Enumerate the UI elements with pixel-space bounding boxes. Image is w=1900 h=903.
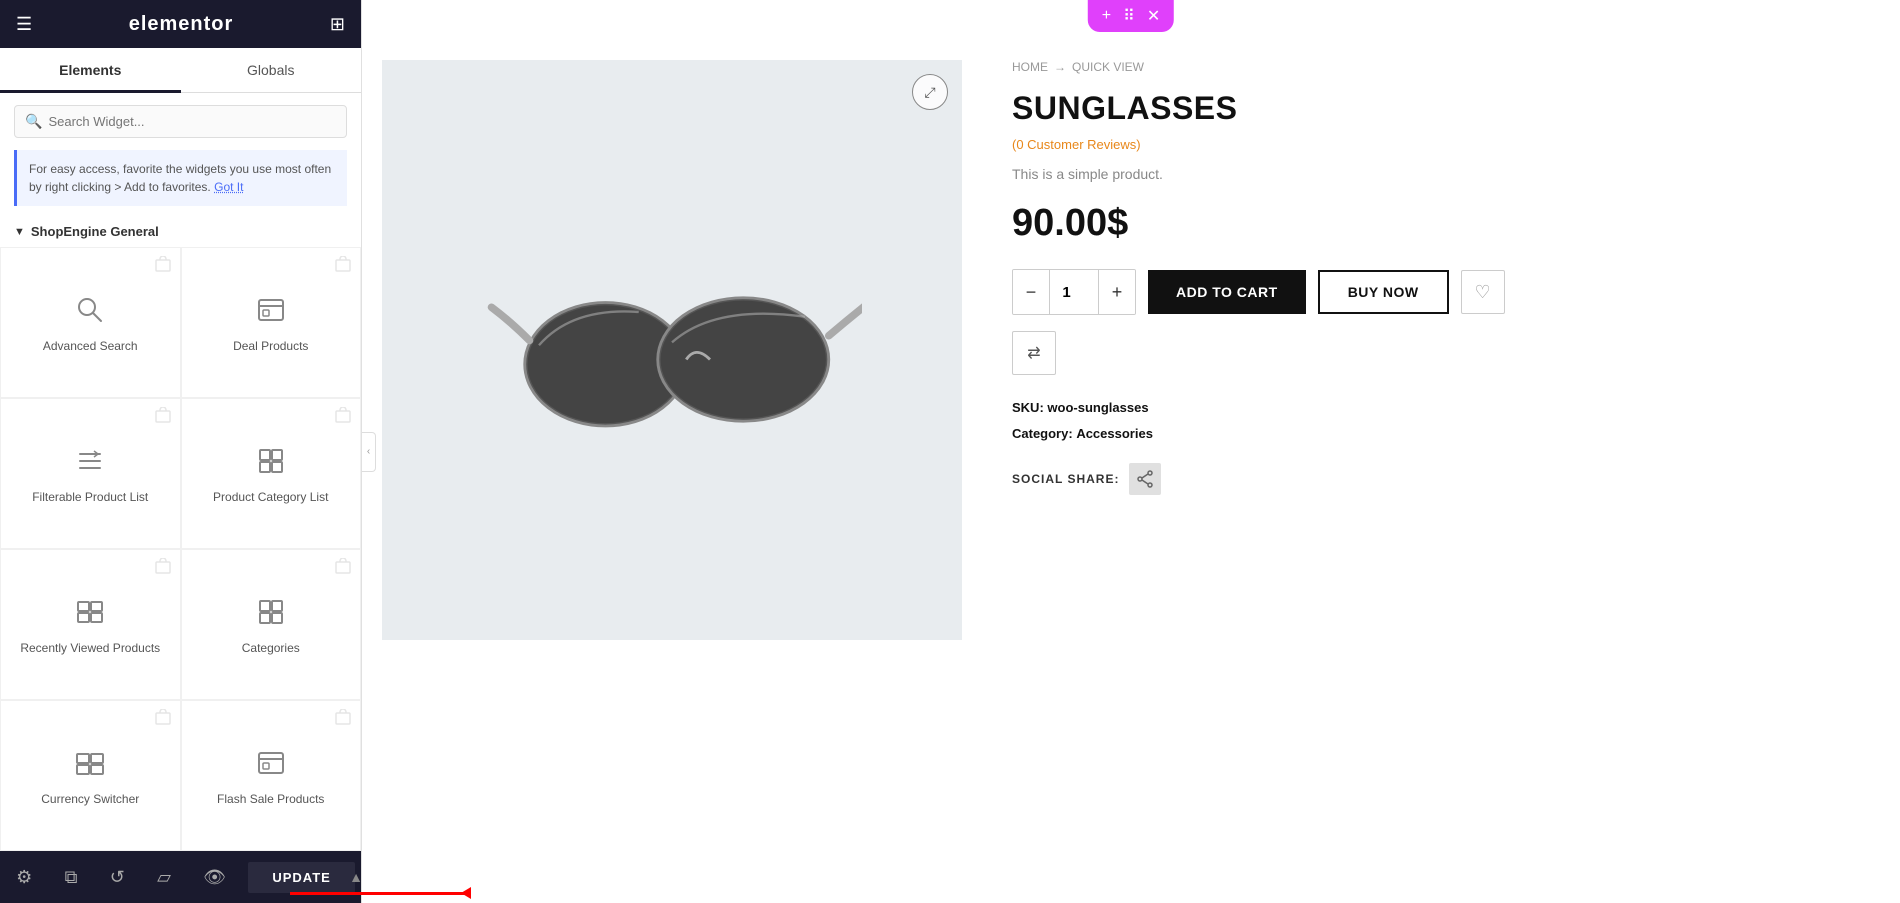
tab-globals[interactable]: Globals: [181, 48, 362, 92]
qty-increase-button[interactable]: +: [1099, 270, 1135, 314]
section-title: ShopEngine General: [31, 224, 159, 239]
category-row: Category: Accessories: [1012, 421, 1860, 447]
widget-advanced-search[interactable]: Advanced Search: [0, 247, 181, 398]
widget-label: Deal Products: [233, 339, 308, 355]
search-wrap: 🔍: [0, 93, 361, 150]
info-box: For easy access, favorite the widgets yo…: [14, 150, 347, 206]
product-description: This is a simple product.: [1012, 166, 1860, 182]
add-to-cart-button[interactable]: ADD TO CART: [1148, 270, 1306, 314]
widgets-grid: Advanced Search Deal Products: [0, 247, 361, 851]
product-image: [482, 210, 862, 490]
responsive-button[interactable]: ▱: [147, 861, 181, 894]
collapse-arrow[interactable]: ▼: [14, 226, 25, 238]
deal-products-icon: [255, 294, 287, 331]
widget-label: Filterable Product List: [32, 490, 148, 506]
compare-button[interactable]: ⇄: [1012, 331, 1056, 375]
drag-button[interactable]: ⠿: [1119, 4, 1139, 28]
search-input[interactable]: [48, 114, 336, 129]
widget-flash-sale-products[interactable]: Flash Sale Products: [181, 700, 362, 851]
widget-categories[interactable]: Categories: [181, 549, 362, 700]
search-icon: 🔍: [25, 113, 42, 130]
add-to-cart-row: − + ADD TO CART BUY NOW ♡: [1012, 269, 1860, 315]
advanced-search-icon: [74, 294, 106, 331]
qty-decrease-button[interactable]: −: [1013, 270, 1049, 314]
social-share-label: SOCIAL SHARE:: [1012, 472, 1119, 486]
tab-bar: Elements Globals: [0, 48, 361, 93]
collapse-handle[interactable]: ‹: [362, 432, 376, 472]
layers-button[interactable]: ⧉: [55, 861, 88, 894]
filterable-product-list-icon: [74, 445, 106, 482]
widget-filterable-product-list[interactable]: Filterable Product List: [0, 398, 181, 549]
settings-button[interactable]: ⚙: [6, 861, 42, 894]
app-title: elementor: [129, 13, 234, 36]
close-element-button[interactable]: ✕: [1143, 4, 1164, 28]
top-bar: ☰ elementor ⊞: [0, 0, 361, 48]
sku-row: SKU: woo-sunglasses: [1012, 395, 1860, 421]
widget-label: Flash Sale Products: [217, 792, 324, 808]
recently-viewed-icon: [74, 596, 106, 633]
search-box: 🔍: [14, 105, 347, 138]
product-meta: SKU: woo-sunglasses Category: Accessorie…: [1012, 395, 1860, 447]
history-button[interactable]: ↺: [100, 861, 135, 894]
widget-deal-products[interactable]: Deal Products: [181, 247, 362, 398]
product-details: HOME → QUICK VIEW SUNGLASSES (0 Customer…: [962, 0, 1900, 903]
red-arrow-annotation: [290, 892, 470, 895]
widget-recently-viewed-products[interactable]: Recently Viewed Products: [0, 549, 181, 700]
product-image-section: ⤢: [382, 60, 962, 640]
widget-label: Recently Viewed Products: [20, 641, 160, 657]
widget-label: Categories: [242, 641, 300, 657]
product-category-list-icon: [255, 445, 287, 482]
widget-product-category-list[interactable]: Product Category List: [181, 398, 362, 549]
categories-icon: [255, 596, 287, 633]
compare-row: ⇄: [1012, 331, 1860, 375]
product-page: ⤢ HOM: [362, 0, 1900, 903]
bottom-arrow-icon[interactable]: ▲: [349, 869, 363, 885]
product-price: 90.00$: [1012, 202, 1860, 245]
info-text: For easy access, favorite the widgets yo…: [29, 162, 331, 194]
breadcrumb: HOME → QUICK VIEW: [1012, 60, 1860, 74]
product-reviews[interactable]: (0 Customer Reviews): [1012, 137, 1860, 152]
flash-sale-icon: [255, 747, 287, 784]
social-share-icon[interactable]: [1129, 463, 1161, 495]
currency-switcher-icon: [74, 747, 106, 784]
expand-button[interactable]: ⤢: [912, 74, 948, 110]
sku-value: woo-sunglasses: [1047, 400, 1148, 415]
add-element-button[interactable]: +: [1098, 5, 1115, 27]
buy-now-button[interactable]: BUY NOW: [1318, 270, 1449, 314]
social-share: SOCIAL SHARE:: [1012, 463, 1860, 495]
product-title: SUNGLASSES: [1012, 90, 1860, 127]
widget-label: Currency Switcher: [41, 792, 139, 808]
quantity-control: − +: [1012, 269, 1136, 315]
category-label: Category:: [1012, 426, 1073, 441]
main-content: + ⠿ ✕ ‹ ⤢: [362, 0, 1900, 903]
preview-button[interactable]: 👁: [193, 861, 236, 894]
wishlist-button[interactable]: ♡: [1461, 270, 1505, 314]
got-it-link[interactable]: Got It: [214, 180, 243, 194]
widget-label: Advanced Search: [43, 339, 138, 355]
widget-currency-switcher[interactable]: Currency Switcher: [0, 700, 181, 851]
left-panel: ☰ elementor ⊞ Elements Globals 🔍 For eas…: [0, 0, 362, 903]
grid-icon[interactable]: ⊞: [330, 14, 345, 35]
update-button[interactable]: UPDATE: [248, 862, 354, 893]
top-controls: + ⠿ ✕: [1088, 0, 1174, 32]
tab-elements[interactable]: Elements: [0, 48, 181, 92]
menu-icon[interactable]: ☰: [16, 14, 32, 35]
category-value: Accessories: [1076, 426, 1153, 441]
qty-input[interactable]: [1049, 270, 1099, 314]
sku-label: SKU:: [1012, 400, 1044, 415]
widget-label: Product Category List: [213, 490, 328, 506]
breadcrumb-home[interactable]: HOME: [1012, 60, 1048, 74]
bottom-toolbar: ⚙ ⧉ ↺ ▱ 👁 UPDATE ▲: [0, 851, 361, 903]
breadcrumb-current: QUICK VIEW: [1072, 60, 1144, 74]
section-header: ▼ ShopEngine General: [0, 216, 361, 247]
breadcrumb-separator: →: [1054, 60, 1066, 74]
